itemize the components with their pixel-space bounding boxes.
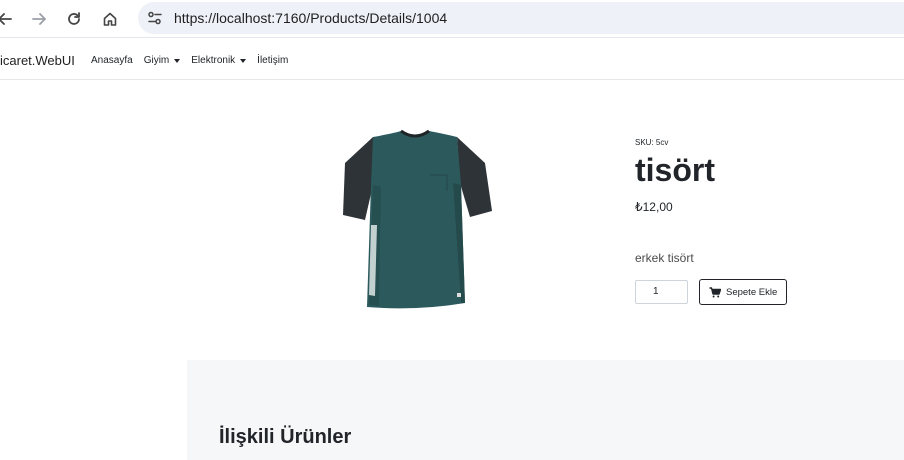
browser-toolbar: https://localhost:7160/Products/Details/… <box>0 0 904 38</box>
brand-link[interactable]: icaret.WebUI <box>0 53 75 68</box>
tshirt-image <box>343 129 492 309</box>
nav-dropdown-giyim[interactable]: Giyim <box>144 55 181 66</box>
nav-link-label: Giyim <box>143 55 170 66</box>
nav-link-label: Anasayfa <box>91 55 133 66</box>
back-icon[interactable] <box>0 6 18 32</box>
nav-link-label: Elektronik <box>191 55 236 66</box>
url-text[interactable]: https://localhost:7160/Products/Details/… <box>174 10 447 26</box>
product-description: erkek tisört <box>635 251 694 265</box>
product-image <box>335 125 500 315</box>
cart-icon <box>709 286 721 297</box>
nav-link-label: İletişim <box>257 55 289 66</box>
related-products-title: İlişkili Ürünler <box>219 426 352 448</box>
product-title: tisört <box>635 152 715 188</box>
reload-icon[interactable] <box>61 6 87 32</box>
caret-down-icon <box>240 58 247 63</box>
nav-dropdown-elektronik[interactable]: Elektronik <box>191 55 247 66</box>
product-price: ₺12,00 <box>635 200 673 214</box>
caret-down-icon <box>174 58 181 63</box>
quantity-input[interactable]: 1 <box>635 280 688 304</box>
add-to-cart-button[interactable]: Sepete Ekle <box>699 279 787 305</box>
nav-link-anasayfa[interactable]: Anasayfa <box>91 55 133 66</box>
product-sku: SKU: 5cv <box>635 138 669 147</box>
app-navbar: icaret.WebUI Anasayfa Giyim Elektronik İ… <box>0 40 904 80</box>
nav-links: Anasayfa Giyim Elektronik İletişim <box>91 55 299 66</box>
forward-icon[interactable] <box>26 6 52 32</box>
add-to-cart-label: Sepete Ekle <box>726 286 778 298</box>
site-settings-icon[interactable] <box>146 9 164 27</box>
nav-link-iletisim[interactable]: İletişim <box>257 55 288 66</box>
related-products-section: İlişkili Ürünler <box>187 360 904 460</box>
home-icon[interactable] <box>97 6 123 32</box>
address-bar[interactable]: https://localhost:7160/Products/Details/… <box>138 2 904 34</box>
